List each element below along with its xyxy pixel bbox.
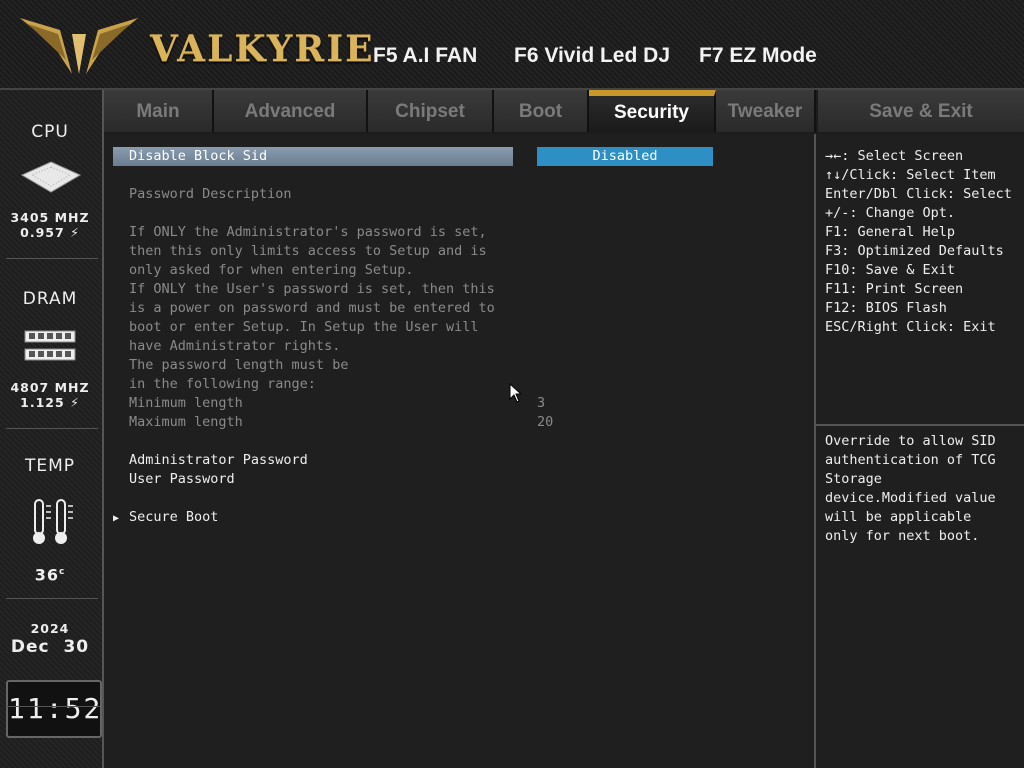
password-desc-line: The password length must be xyxy=(129,357,349,373)
password-desc-line: have Administrator rights. xyxy=(129,338,341,354)
help-key-line: F10: Save & Exit xyxy=(825,262,956,278)
password-desc-line: only asked for when entering Setup. xyxy=(129,262,414,278)
administrator-password-item[interactable]: Administrator Password xyxy=(129,452,308,468)
disable-block-sid-label[interactable]: Disable Block Sid xyxy=(129,148,267,164)
help-key-line: F11: Print Screen xyxy=(825,281,964,297)
item-help-line: only for next boot. xyxy=(825,528,980,544)
password-desc-line: in the following range: xyxy=(129,376,316,392)
item-help-line: Storage xyxy=(825,471,882,487)
password-desc-line: then this only limits access to Setup an… xyxy=(129,243,487,259)
valkyrie-wing-logo xyxy=(20,18,138,74)
temperature-value: 36c xyxy=(34,565,66,585)
help-key-line: ESC/Right Click: Exit xyxy=(825,319,996,335)
disable-block-sid-value[interactable]: Disabled xyxy=(537,147,713,166)
temp-title: TEMP xyxy=(24,456,76,476)
voltage-bolt-icon: ⚡ xyxy=(70,225,80,240)
tab-security[interactable]: Security xyxy=(589,90,716,132)
maximum-length-label: Maximum length xyxy=(129,414,243,430)
dram-voltage: 1.125 ⚡ xyxy=(20,395,80,410)
tab-advanced[interactable]: Advanced xyxy=(214,90,368,132)
date-year: 2024 xyxy=(30,621,70,636)
help-key-line: F1: General Help xyxy=(825,224,956,240)
maximum-length-value: 20 xyxy=(537,414,554,430)
clock-display: 11:52 xyxy=(6,680,102,738)
cpu-voltage: 0.957 ⚡ xyxy=(20,225,80,240)
help-key-line: →←: Select Screen xyxy=(825,148,964,164)
minimum-length-value: 3 xyxy=(537,395,546,411)
tab-bar: Main Advanced Chipset Boot Security Twea… xyxy=(104,90,816,132)
fkey-ez-mode[interactable]: F7 EZ Mode xyxy=(699,44,817,68)
cpu-chip-icon xyxy=(20,161,82,193)
tab-chipset[interactable]: Chipset xyxy=(368,90,494,132)
password-desc-line: boot or enter Setup. In Setup the User w… xyxy=(129,319,479,335)
help-key-line: +/-: Change Opt. xyxy=(825,205,956,221)
dram-title: DRAM xyxy=(22,289,78,309)
password-desc-line: If ONLY the Administrator's password is … xyxy=(129,224,487,240)
tab-save-exit[interactable]: Save & Exit xyxy=(818,90,1024,132)
user-password-item[interactable]: User Password xyxy=(129,471,235,487)
date-month-day: Dec 30 xyxy=(10,637,90,657)
mouse-cursor-icon xyxy=(509,383,521,403)
cpu-title: CPU xyxy=(31,122,69,142)
fkey-ai-fan[interactable]: F5 A.I FAN xyxy=(373,44,477,68)
help-key-line: ↑↓/Click: Select Item xyxy=(825,167,996,183)
voltage-bolt-icon: ⚡ xyxy=(70,395,80,410)
brand-name: VALKYRIE xyxy=(150,28,375,70)
item-help-line: Override to allow SID xyxy=(825,433,996,449)
top-bar: VALKYRIE F5 A.I FAN F6 Vivid Led DJ F7 E… xyxy=(0,0,1024,90)
password-description-title: Password Description xyxy=(129,186,292,202)
tab-tweaker[interactable]: Tweaker xyxy=(716,90,816,132)
tab-boot[interactable]: Boot xyxy=(494,90,589,132)
dram-module-icon xyxy=(24,330,76,361)
item-help-line: authentication of TCG xyxy=(825,452,996,468)
item-help-line: will be applicable xyxy=(825,509,972,525)
fkey-vivid-led-dj[interactable]: F6 Vivid Led DJ xyxy=(514,44,670,68)
help-key-line: F12: BIOS Flash xyxy=(825,300,947,316)
thermometer-icon xyxy=(33,499,73,544)
submenu-arrow-icon: ▶ xyxy=(113,513,120,524)
cpu-frequency: 3405 MHZ xyxy=(10,210,90,225)
password-desc-line: is a power on password and must be enter… xyxy=(129,300,495,316)
dram-frequency: 4807 MHZ xyxy=(10,380,90,395)
minimum-length-label: Minimum length xyxy=(129,395,243,411)
status-sidebar: CPU 3405 MHZ 0.957 ⚡ DRAM 4807 MHZ 1.125… xyxy=(0,90,104,768)
secure-boot-submenu[interactable]: Secure Boot xyxy=(129,509,218,525)
password-desc-line: If ONLY the User's password is set, then… xyxy=(129,281,495,297)
tab-main[interactable]: Main xyxy=(104,90,214,132)
item-help-line: device.Modified value xyxy=(825,490,996,506)
help-key-line: F3: Optimized Defaults xyxy=(825,243,1004,259)
help-key-line: Enter/Dbl Click: Select xyxy=(825,186,1012,202)
